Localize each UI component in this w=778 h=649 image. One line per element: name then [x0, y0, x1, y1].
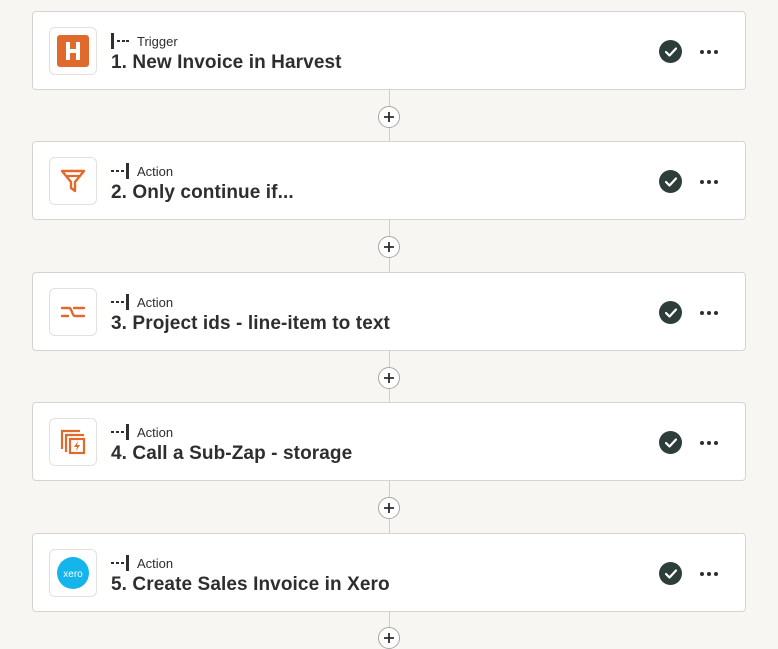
step-card-3[interactable]: Action 3. Project ids - line-item to tex… — [32, 272, 746, 351]
trigger-connector-icon — [111, 33, 129, 49]
step-kind-label: Action — [137, 424, 174, 440]
dot-icon — [714, 180, 718, 184]
step-title[interactable]: 5. Create Sales Invoice in Xero — [111, 574, 390, 596]
check-icon — [659, 301, 682, 324]
step-title[interactable]: 4. Call a Sub-Zap - storage — [111, 443, 352, 465]
sub-zap-icon — [60, 429, 86, 455]
step-kind: Trigger — [111, 33, 178, 49]
more-options-button[interactable] — [697, 562, 721, 586]
step-title[interactable]: 3. Project ids - line-item to text — [111, 313, 390, 335]
dot-icon — [700, 50, 704, 54]
dot-icon — [707, 441, 711, 445]
xero-app-icon: xero — [49, 549, 97, 597]
step-kind-label: Action — [137, 294, 174, 310]
harvest-app-icon — [49, 27, 97, 75]
plus-icon — [384, 242, 394, 252]
dot-icon — [700, 311, 704, 315]
more-options-button[interactable] — [697, 40, 721, 64]
dot-icon — [707, 311, 711, 315]
formatter-app-icon — [49, 288, 97, 336]
add-step-button[interactable] — [378, 106, 400, 128]
action-connector-icon — [111, 163, 129, 179]
add-step-button[interactable] — [378, 627, 400, 649]
formatter-icon — [60, 306, 86, 318]
add-step-button[interactable] — [378, 497, 400, 519]
check-icon — [659, 431, 682, 454]
dot-icon — [714, 572, 718, 576]
check-icon — [659, 170, 682, 193]
plus-icon — [384, 373, 394, 383]
harvest-icon — [57, 35, 89, 67]
more-options-button[interactable] — [697, 170, 721, 194]
step-kind: Action — [111, 555, 173, 571]
filter-app-icon — [49, 157, 97, 205]
more-options-button[interactable] — [697, 431, 721, 455]
step-kind-label: Action — [137, 163, 174, 179]
step-card-4[interactable]: Action 4. Call a Sub-Zap - storage — [32, 402, 746, 481]
step-title[interactable]: 1. New Invoice in Harvest — [111, 52, 342, 74]
filter-icon — [60, 169, 86, 193]
step-kind-label: Trigger — [137, 33, 178, 49]
step-title[interactable]: 2. Only continue if... — [111, 182, 294, 204]
xero-icon: xero — [57, 557, 89, 589]
add-step-button[interactable] — [378, 236, 400, 258]
step-card-2[interactable]: Action 2. Only continue if... — [32, 141, 746, 220]
dot-icon — [714, 311, 718, 315]
plus-icon — [384, 112, 394, 122]
add-step-button[interactable] — [378, 367, 400, 389]
dot-icon — [700, 441, 704, 445]
dot-icon — [700, 572, 704, 576]
step-kind-label: Action — [137, 555, 174, 571]
action-connector-icon — [111, 294, 129, 310]
dot-icon — [714, 441, 718, 445]
dot-icon — [707, 572, 711, 576]
step-kind: Action — [111, 163, 173, 179]
dot-icon — [707, 50, 711, 54]
check-icon — [659, 40, 682, 63]
plus-icon — [384, 503, 394, 513]
dot-icon — [714, 50, 718, 54]
step-card-1[interactable]: Trigger 1. New Invoice in Harvest — [32, 11, 746, 90]
dot-icon — [707, 180, 711, 184]
step-kind: Action — [111, 424, 173, 440]
step-card-5[interactable]: xero Action 5. Create Sales Invoice in X… — [32, 533, 746, 612]
step-kind: Action — [111, 294, 173, 310]
action-connector-icon — [111, 424, 129, 440]
sub-zap-app-icon — [49, 418, 97, 466]
check-icon — [659, 562, 682, 585]
more-options-button[interactable] — [697, 301, 721, 325]
xero-logo-text: xero — [63, 569, 83, 580]
action-connector-icon — [111, 555, 129, 571]
dot-icon — [700, 180, 704, 184]
